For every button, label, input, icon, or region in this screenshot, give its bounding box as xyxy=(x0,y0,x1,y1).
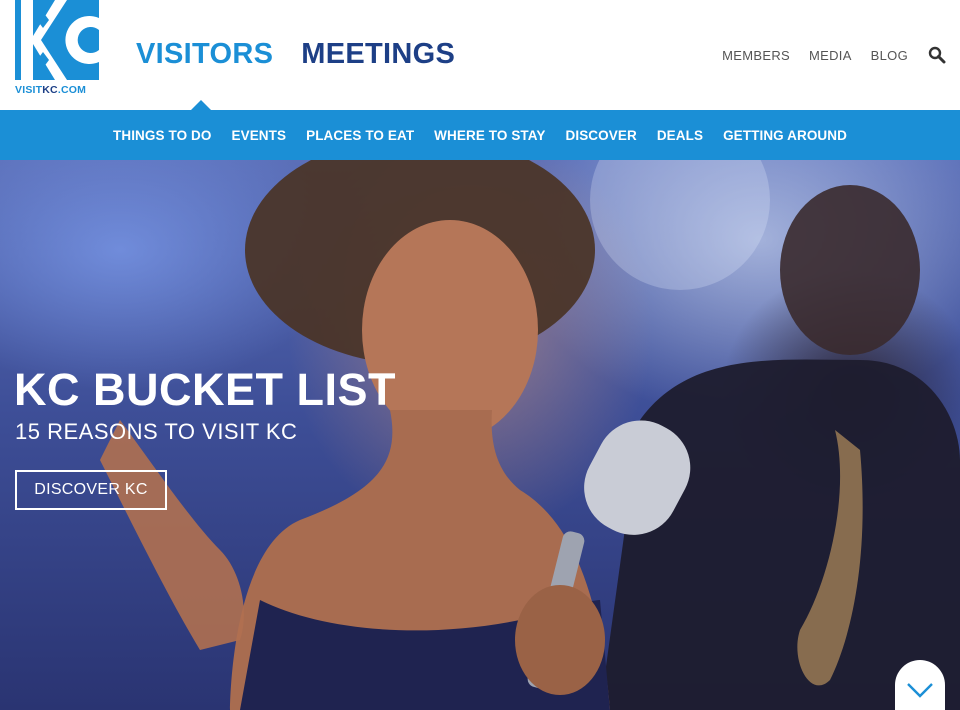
hero-banner: KC BUCKET LIST 15 REASONS TO VISIT KC DI… xyxy=(0,160,960,710)
subnav-events[interactable]: EVENTS xyxy=(231,128,286,143)
site-header: VISITKC.COM VISITORS MEETINGS MEMBERS ME… xyxy=(0,0,960,111)
scroll-down-button[interactable] xyxy=(895,660,945,710)
subnav-getting-around[interactable]: GETTING AROUND xyxy=(723,128,847,143)
subnav-places-to-eat[interactable]: PLACES TO EAT xyxy=(306,128,414,143)
hero-subtitle: 15 REASONS TO VISIT KC xyxy=(15,419,298,444)
nav-link-media[interactable]: MEDIA xyxy=(809,48,852,63)
hero-title: KC BUCKET LIST xyxy=(14,364,396,415)
nav-link-members[interactable]: MEMBERS xyxy=(722,48,790,63)
tab-meetings[interactable]: MEETINGS xyxy=(301,38,455,71)
utility-nav: MEMBERS MEDIA BLOG xyxy=(722,48,908,63)
kc-logo-mark xyxy=(15,0,99,80)
chevron-down-icon xyxy=(907,683,933,698)
subnav-deals[interactable]: DEALS xyxy=(657,128,703,143)
visitkc-logo[interactable]: VISITKC.COM xyxy=(15,0,100,96)
tab-visitors[interactable]: VISITORS xyxy=(136,38,273,71)
nav-link-blog[interactable]: BLOG xyxy=(871,48,908,63)
search-icon[interactable] xyxy=(928,46,946,64)
discover-kc-button[interactable]: DISCOVER KC xyxy=(15,470,167,510)
logo-url-text: VISITKC.COM xyxy=(15,84,87,96)
subnav-things-to-do[interactable]: THINGS TO DO xyxy=(113,128,211,143)
subnav-discover[interactable]: DISCOVER xyxy=(566,128,637,143)
subnav-where-to-stay[interactable]: WHERE TO STAY xyxy=(434,128,545,143)
secondary-nav: THINGS TO DO EVENTS PLACES TO EAT WHERE … xyxy=(0,110,960,160)
primary-tabs: VISITORS MEETINGS xyxy=(136,38,455,71)
